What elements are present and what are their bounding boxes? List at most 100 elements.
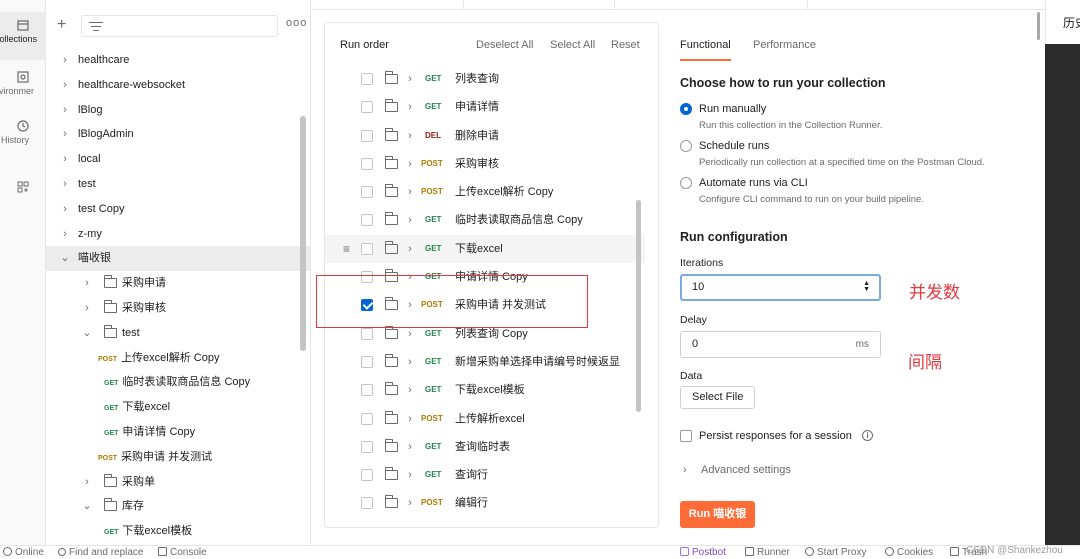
- chevron-right-icon[interactable]: ›: [405, 461, 415, 489]
- chevron-right-icon[interactable]: ›: [405, 433, 415, 461]
- collection-item[interactable]: › healthcare-websocket: [46, 73, 310, 98]
- folder-item[interactable]: › 采购单: [46, 470, 310, 495]
- delay-input[interactable]: 0 ms: [680, 331, 881, 358]
- request-checkbox[interactable]: [361, 129, 373, 142]
- automate-cli-radio[interactable]: [680, 177, 692, 189]
- persist-responses-checkbox[interactable]: [680, 430, 692, 442]
- run-order-row[interactable]: › GET 查询临时表: [325, 433, 645, 461]
- request-checkbox[interactable]: [361, 412, 373, 425]
- collection-item[interactable]: ⌄ 喵收银: [46, 246, 310, 272]
- start-proxy-button[interactable]: Start Proxy: [805, 547, 866, 558]
- run-order-row[interactable]: › GET 新增采购单选择申请编号时候返显: [325, 348, 645, 376]
- request-checkbox[interactable]: [361, 327, 373, 340]
- chevron-right-icon[interactable]: ›: [405, 376, 415, 404]
- run-order-row[interactable]: › GET 下载excel模板: [325, 376, 645, 404]
- rail-environments[interactable]: Environments: [0, 70, 46, 106]
- collection-item[interactable]: › lBlogAdmin: [46, 122, 310, 147]
- chevron-right-icon[interactable]: ›: [405, 65, 415, 93]
- run-order-scrollbar[interactable]: [636, 200, 641, 412]
- collection-item[interactable]: › test Copy: [46, 197, 310, 222]
- request-checkbox[interactable]: [361, 214, 373, 227]
- chevron-right-icon[interactable]: ›: [60, 122, 70, 147]
- chevron-right-icon[interactable]: ›: [405, 150, 415, 178]
- pane-resize-handle[interactable]: [1037, 12, 1040, 40]
- runner-button[interactable]: Runner: [745, 547, 790, 558]
- add-icon[interactable]: +: [57, 16, 66, 34]
- collection-item[interactable]: › healthcare: [46, 48, 310, 73]
- tab-functional[interactable]: Functional: [680, 39, 731, 61]
- run-order-row[interactable]: › POST 上传解析excel: [325, 405, 645, 433]
- reset-button[interactable]: Reset: [611, 39, 640, 51]
- filter-icon[interactable]: [89, 22, 103, 32]
- iterations-input[interactable]: 10 ▲ ▼: [680, 274, 881, 301]
- folder-item[interactable]: ⌄ 库存: [46, 494, 310, 519]
- request-checkbox[interactable]: [361, 355, 373, 368]
- advanced-settings-toggle[interactable]: Advanced settings: [701, 464, 791, 476]
- folder-item[interactable]: ⌄ test: [46, 321, 310, 346]
- run-order-row[interactable]: ≡ › GET 下载excel: [325, 234, 645, 264]
- cookies-button[interactable]: Cookies: [885, 547, 933, 558]
- info-icon[interactable]: i: [862, 430, 873, 441]
- chevron-right-icon[interactable]: ›: [82, 271, 92, 296]
- rail-flows[interactable]: [0, 180, 46, 200]
- run-manually-radio[interactable]: [680, 103, 692, 115]
- console-button[interactable]: Console: [158, 547, 207, 558]
- find-replace-button[interactable]: Find and replace: [58, 547, 144, 558]
- tab-performance[interactable]: Performance: [753, 39, 816, 51]
- stepper-icon[interactable]: ▲ ▼: [863, 280, 870, 293]
- chevron-right-icon[interactable]: ›: [60, 48, 70, 73]
- collection-item[interactable]: › lBlog: [46, 98, 310, 123]
- request-item[interactable]: GET 申请详情 Copy: [46, 420, 310, 445]
- collection-item[interactable]: › test: [46, 172, 310, 197]
- chevron-right-icon[interactable]: ›: [60, 98, 70, 123]
- request-checkbox[interactable]: [361, 469, 373, 482]
- sidebar-scrollbar[interactable]: [300, 116, 306, 351]
- run-order-row[interactable]: › GET 查询行: [325, 461, 645, 489]
- run-collection-button[interactable]: Run 喵收银: [680, 501, 755, 528]
- request-item[interactable]: GET 下载excel模板: [46, 519, 310, 544]
- drag-handle-icon[interactable]: ≡: [343, 235, 350, 263]
- request-item[interactable]: POST 上传excel解析 Copy: [46, 346, 310, 371]
- request-checkbox[interactable]: [361, 384, 373, 397]
- chevron-right-icon[interactable]: ›: [405, 348, 415, 376]
- chevron-right-icon[interactable]: ›: [60, 197, 70, 222]
- chevron-right-icon[interactable]: ›: [60, 147, 70, 172]
- chevron-right-icon[interactable]: ›: [405, 206, 415, 234]
- select-file-button[interactable]: Select File: [680, 386, 756, 409]
- chevron-right-icon[interactable]: ›: [405, 405, 415, 433]
- chevron-right-icon[interactable]: ›: [405, 235, 415, 263]
- run-order-row[interactable]: › DEL 删除申请: [325, 122, 645, 150]
- request-checkbox[interactable]: [361, 73, 373, 85]
- request-checkbox[interactable]: [361, 497, 373, 510]
- advanced-chevron-icon[interactable]: ›: [683, 464, 687, 476]
- chevron-right-icon[interactable]: ›: [60, 73, 70, 98]
- chevron-right-icon[interactable]: ›: [82, 470, 92, 495]
- online-status[interactable]: Online: [3, 547, 44, 558]
- run-order-row[interactable]: › GET 申请详情: [325, 93, 645, 121]
- run-order-row[interactable]: › GET 临时表读取商品信息 Copy: [325, 206, 645, 234]
- request-item[interactable]: GET 下载excel: [46, 395, 310, 420]
- chevron-right-icon[interactable]: ›: [82, 296, 92, 321]
- collection-item[interactable]: › local: [46, 147, 310, 172]
- folder-item[interactable]: › 采购申请: [46, 271, 310, 296]
- request-checkbox[interactable]: [361, 157, 373, 170]
- search-input[interactable]: [81, 15, 278, 37]
- chevron-down-icon[interactable]: ⌄: [82, 494, 92, 519]
- request-checkbox[interactable]: [361, 186, 373, 199]
- run-order-row[interactable]: › POST 上传excel解析 Copy: [325, 178, 645, 206]
- chevron-right-icon[interactable]: ›: [60, 172, 70, 197]
- request-checkbox[interactable]: [361, 101, 373, 114]
- request-checkbox[interactable]: [361, 440, 373, 453]
- request-item[interactable]: POST 采购申请 并发测试: [46, 445, 310, 470]
- run-order-row[interactable]: › GET 列表查询: [325, 65, 645, 93]
- chevron-right-icon[interactable]: ›: [405, 122, 415, 150]
- more-options-icon[interactable]: ooo: [286, 17, 307, 29]
- chevron-right-icon[interactable]: ›: [405, 178, 415, 206]
- run-order-row[interactable]: › POST 采购审核: [325, 150, 645, 178]
- rail-collections[interactable]: Collections: [0, 12, 46, 60]
- rail-history[interactable]: History: [0, 119, 46, 155]
- deselect-all-button[interactable]: Deselect All: [476, 39, 533, 51]
- chevron-down-icon[interactable]: ⌄: [82, 321, 92, 346]
- select-all-button[interactable]: Select All: [550, 39, 595, 51]
- folder-item[interactable]: › 采购审核: [46, 296, 310, 321]
